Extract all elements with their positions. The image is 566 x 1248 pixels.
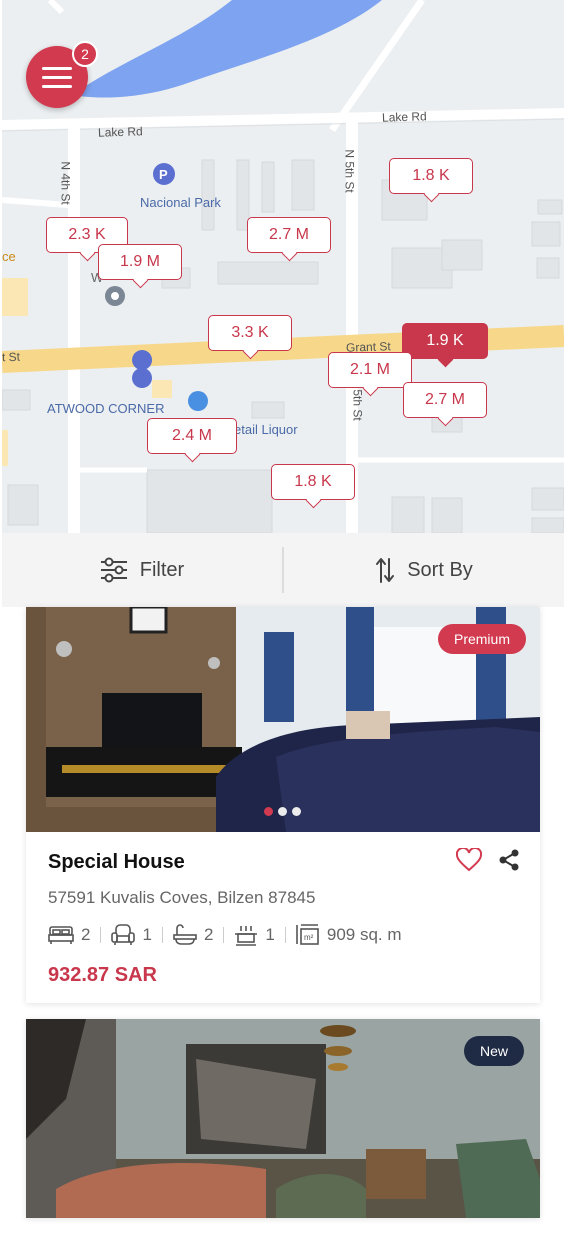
poi-left-edge: ce — [2, 249, 16, 264]
divider — [100, 927, 102, 943]
listing-address: 57591 Kuvalis Coves, Bilzen 87845 — [48, 888, 316, 907]
svg-text:P: P — [159, 167, 168, 182]
filter-sort-bar: Filter Sort By — [2, 533, 564, 607]
listing-price: 932.87 SAR — [48, 964, 157, 986]
price-pin[interactable]: 3.3 K — [208, 315, 292, 351]
price-pin[interactable]: 1.8 K — [271, 464, 355, 500]
premium-badge: Premium — [437, 624, 526, 654]
price-pin[interactable]: 2.7 M — [247, 217, 331, 253]
sort-label: Sort By — [407, 558, 473, 581]
price-pin[interactable]: 2.4 M — [147, 418, 237, 454]
divider — [284, 927, 286, 943]
listing-photo[interactable]: Premium — [26, 607, 540, 832]
bed-icon — [48, 926, 74, 944]
sort-arrows-icon — [376, 558, 395, 583]
bedrooms-count: 2 — [81, 925, 91, 944]
road-label-grant-st: t St — [2, 349, 21, 365]
road-label-n-4th-st: N 4th St — [58, 161, 73, 205]
listing-features: 2 1 2 1 m² 909 sq. m — [48, 924, 402, 946]
svg-text:m²: m² — [304, 933, 314, 942]
pagination-dot[interactable] — [278, 807, 287, 816]
hamburger-icon — [42, 76, 72, 79]
divider — [161, 927, 163, 943]
hamburger-icon — [42, 67, 72, 70]
area-size: 909 sq. m — [326, 925, 402, 944]
pagination-dot[interactable] — [264, 807, 273, 816]
share-icon[interactable] — [498, 849, 520, 871]
kitchens-count: 1 — [265, 925, 275, 944]
price-pin[interactable]: 1.9 M — [98, 244, 182, 280]
price-pin[interactable]: 1.8 K — [389, 158, 473, 194]
bathtub-icon — [173, 924, 197, 945]
filter-label: Filter — [139, 558, 185, 581]
filter-button[interactable]: Filter — [2, 547, 282, 593]
listing-photo[interactable]: New — [26, 1019, 540, 1218]
hamburger-icon — [42, 85, 72, 88]
armchair-icon — [111, 924, 136, 945]
divider — [223, 927, 225, 943]
new-badge: New — [463, 1036, 524, 1066]
price-pin[interactable]: 2.7 M — [403, 382, 487, 418]
road-label-lake-rd: Lake Rd — [97, 124, 143, 140]
kitchen-icon — [235, 926, 258, 946]
heart-icon[interactable] — [456, 848, 482, 872]
listing-card[interactable]: Premium Special House 57591 Kuvalis Cove… — [26, 607, 540, 1003]
poi-retail-liquor[interactable]: etail Liquor — [234, 422, 298, 437]
sort-button[interactable]: Sort By — [284, 547, 564, 593]
listing-actions — [456, 848, 520, 872]
road-label-lake-rd: Lake Rd — [381, 109, 427, 125]
area-icon: m² — [296, 924, 319, 945]
price-pin[interactable]: 2.1 M — [328, 352, 412, 388]
listing-title[interactable]: Special House — [48, 851, 185, 874]
pagination-dot[interactable] — [292, 807, 301, 816]
road-label-n-5th-st: N 5th St — [342, 149, 357, 193]
lounge-photo — [26, 1019, 540, 1218]
bathrooms-count: 2 — [203, 925, 214, 944]
notification-badge: 2 — [72, 41, 98, 67]
listing-card[interactable]: New — [26, 1019, 540, 1218]
poi-nacional-park[interactable]: Nacional Park — [140, 195, 221, 210]
photo-pagination[interactable] — [264, 807, 301, 816]
sliders-icon — [100, 557, 127, 583]
price-pin-selected[interactable]: 1.9 K — [402, 323, 488, 359]
living-rooms-count: 1 — [142, 925, 152, 944]
poi-atwood-corner[interactable]: ATWOOD CORNER — [47, 401, 164, 416]
road-label-5th-st: 5th St — [350, 389, 365, 421]
